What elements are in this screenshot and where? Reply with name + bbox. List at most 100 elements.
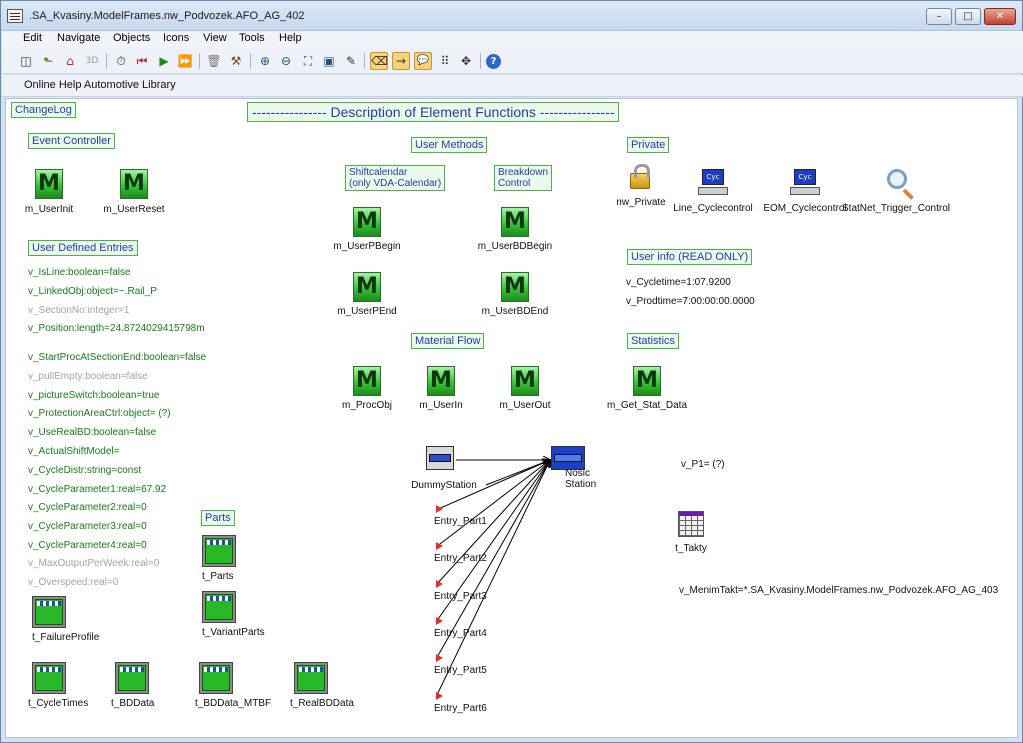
table-variant-parts[interactable]: t_VariantParts [202,591,265,638]
table-takty[interactable]: t_Takty [675,511,707,554]
breakdown-control-comment[interactable]: Breakdown Control [494,165,553,191]
user-methods-comment[interactable]: User Methods [411,137,488,153]
method-user-out[interactable]: M m_UserOut [499,366,551,411]
binoculars-icon[interactable]: ◫ [17,52,35,70]
method-get-stat-data[interactable]: M m_Get_Stat_Data [607,366,687,411]
attr-cycle-param-2[interactable]: v_CycleParameter2:real=0 [28,502,147,513]
home-icon[interactable]: ⌂ [61,52,79,70]
attr-picture-switch[interactable]: v_pictureSwitch:boolean=true [28,390,159,401]
source-entry-part5[interactable]: Entry_Part5 [434,665,487,676]
attr-prodtime[interactable]: v_Prodtime=7:00:00:00.0000 [626,296,755,307]
network-icon[interactable]: ✥ [457,52,475,70]
material-flow-comment[interactable]: Material Flow [411,333,485,349]
event-controller-comment[interactable]: Event Controller [28,133,115,149]
attr-menim-takt[interactable]: v_MenimTakt=*.SA_Kvasiny.ModelFrames.nw_… [679,585,998,596]
method-user-reset[interactable]: M m_UserReset [103,169,165,215]
zoom-fit-icon[interactable]: ⛶ [299,52,317,70]
delete-icon[interactable]: 🗑 [205,52,223,70]
statnet-trigger-control[interactable]: StatNet_Trigger_Control [842,167,950,214]
close-button[interactable]: ✕ [984,8,1016,25]
user-defined-entries-comment[interactable]: User Defined Entries [28,240,138,256]
method-user-bdbegin[interactable]: M m_UserBDBegin [478,207,552,252]
source-entry-part3[interactable]: Entry_Part3 [434,591,487,602]
table-bd-data[interactable]: t_BDData [111,662,154,709]
tooltip-icon[interactable]: 💬 [414,52,432,70]
maximize-button[interactable]: □ [955,8,981,25]
source-entry-part6[interactable]: Entry_Part6 [434,703,487,714]
menu-view[interactable]: View [203,32,227,44]
attr-pull-empty[interactable]: v_pullEmpty:boolean=false [28,371,148,382]
method-user-in[interactable]: M m_UserIn [419,366,463,411]
attr-protection-area[interactable]: v_ProtectionAreaCtrl:object= (?) [28,408,171,419]
line-cyclecontrol[interactable]: Cyc Line_Cyclecontrol [673,169,753,214]
attr-start-proc[interactable]: v_StartProcAtSectionEnd:boolean=false [28,352,206,363]
attr-cycle-param-1[interactable]: v_CycleParameter1:real=67.92 [28,484,166,495]
attr-linked-obj[interactable]: v_LinkedObj:object=~.Rail_P [28,286,157,297]
table-bd-data-mtbf[interactable]: t_BDData_MTBF [195,662,271,709]
table-cycle-times[interactable]: t_CycleTimes [28,662,88,709]
private-comment[interactable]: Private [627,137,670,153]
changelog-comment[interactable]: ChangeLog [11,102,76,118]
network-private[interactable]: nw_Private [616,163,666,208]
attr-position[interactable]: v_Position:length=24.8724029415798m [28,323,205,334]
reset-icon[interactable]: ⏮ [133,52,151,70]
attr-cycle-distr[interactable]: v_CycleDistr:string=const [28,465,141,476]
zoom-in-icon[interactable]: ⊕ [256,52,274,70]
frame-canvas[interactable]: ChangeLog ---------------- Description o… [5,98,1018,738]
eraser-icon[interactable]: ⌫ [370,52,388,70]
3d-icon[interactable]: 3D [83,52,101,70]
nosic-station[interactable]: Nosic Station [551,446,596,490]
shiftcalendar-comment[interactable]: Shiftcalendar (only VDA-Calendar) [345,165,446,191]
zoom-out-icon[interactable]: ⊖ [277,52,295,70]
table-failure-profile[interactable]: t_FailureProfile [32,596,99,643]
eom-cyclecontrol[interactable]: Cyc EOM_Cyclecontrol [763,169,847,214]
method-icon: M [35,169,63,199]
menu-edit[interactable]: Edit [23,32,42,44]
open-parent-icon[interactable]: ⬑ [39,52,57,70]
method-user-pend[interactable]: M m_UserPEnd [337,272,397,317]
sweep-icon[interactable]: ⚒ [227,52,245,70]
menu-objects[interactable]: Objects [113,32,150,44]
pencil-icon[interactable]: ✎ [342,52,360,70]
attr-actual-shift-model[interactable]: v_ActualShiftModel= [28,446,119,457]
table-real-bd-data[interactable]: t_RealBDData [290,662,354,709]
attr-cycle-param-4[interactable]: v_CycleParameter4:real=0 [28,540,147,551]
source-entry-part1[interactable]: Entry_Part1 [434,516,487,527]
zoom-box-icon[interactable]: ▣ [320,52,338,70]
source-entry-part2[interactable]: Entry_Part2 [434,553,487,564]
event-controller-icon[interactable]: ⏱ [112,52,130,70]
description-comment[interactable]: ---------------- Description of Element … [247,102,620,122]
attr-use-real-bd[interactable]: v_UseRealBD:boolean=false [28,427,156,438]
table-icon [32,596,66,628]
parts-comment[interactable]: Parts [201,510,235,526]
start-icon[interactable]: ▶ [155,52,173,70]
attr-max-output[interactable]: v_MaxOutputPerWeek:real=0 [28,558,159,569]
method-user-bdend[interactable]: M m_UserBDEnd [482,272,548,317]
connector-icon[interactable]: → [392,52,410,70]
table-parts[interactable]: t_Parts [202,535,236,582]
attr-overspeed[interactable]: v_Overspeed:real=0 [28,577,118,588]
menu-help[interactable]: Help [279,32,302,44]
menu-navigate[interactable]: Navigate [57,32,100,44]
object-label: m_UserIn [419,400,463,411]
fast-forward-icon[interactable]: ⏩ [176,52,194,70]
dummy-station[interactable]: DummyStation [411,446,477,491]
menu-icons[interactable]: Icons [163,32,189,44]
source-entry-part4[interactable]: Entry_Part4 [434,628,487,639]
grid-icon[interactable]: ⠿ [436,52,454,70]
method-user-pbegin[interactable]: M m_UserPBegin [333,207,401,252]
method-user-init[interactable]: M m_UserInit [25,169,73,215]
attr-cycletime[interactable]: v_Cycletime=1:07.9200 [626,277,731,288]
method-icon: M [633,366,661,396]
menu-tools[interactable]: Tools [239,32,265,44]
attr-section-no[interactable]: v_SectionNo:integer=1 [28,305,129,316]
online-help-link[interactable]: Online Help Automotive Library [24,79,176,91]
attr-is-line[interactable]: v_IsLine:boolean=false [28,267,131,278]
user-info-comment[interactable]: User info (READ ONLY) [627,249,753,265]
statistics-comment[interactable]: Statistics [627,333,680,349]
attr-cycle-param-3[interactable]: v_CycleParameter3:real=0 [28,521,147,532]
help-icon[interactable]: ? [486,54,501,69]
method-proc-obj[interactable]: M m_ProcObj [342,366,392,411]
attr-p1[interactable]: v_P1= (?) [681,459,725,470]
minimize-button[interactable]: – [926,8,952,25]
